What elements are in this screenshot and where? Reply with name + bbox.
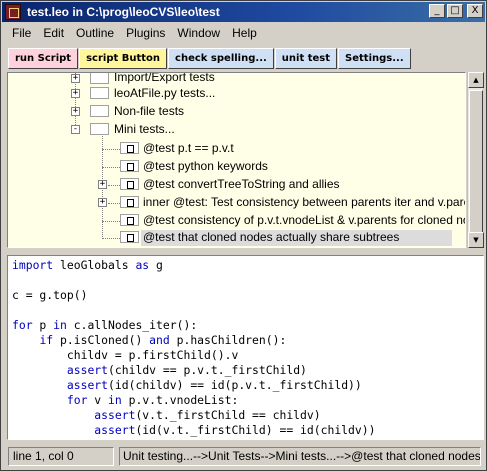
script-button-button[interactable]: script Button — [79, 47, 168, 69]
toolbar: run Script script Button check spelling.… — [2, 45, 485, 71]
outline-pane[interactable]: + Import/Export tests + leoAtFile.py tes… — [7, 72, 466, 248]
scroll-up-icon[interactable]: ▲ — [468, 72, 484, 88]
expand-icon[interactable]: + — [71, 89, 80, 98]
keyword-token: assert — [66, 363, 109, 377]
menu-file[interactable]: File — [6, 26, 37, 40]
check-spelling-button[interactable]: check spelling... — [168, 47, 274, 69]
node-label: @test that cloned nodes actually share s… — [141, 230, 452, 246]
node-label: Non-file tests — [114, 104, 185, 118]
outline-node[interactable]: @test p.t == p.v.t — [8, 140, 465, 158]
keyword-token: as — [135, 258, 150, 272]
node-label: @test p.t == p.v.t — [143, 141, 234, 155]
node-icon — [120, 196, 139, 208]
scroll-thumb[interactable] — [469, 90, 483, 240]
menu-window[interactable]: Window — [171, 26, 226, 40]
code-line: assert(childv == p.v.t._firstChild) — [66, 363, 307, 377]
expand-icon[interactable]: + — [71, 107, 80, 116]
node-icon — [120, 178, 139, 190]
code-line: assert(v.t._firstChild == childv) — [94, 408, 321, 422]
keyword-token: in — [53, 318, 67, 332]
menu-plugins[interactable]: Plugins — [120, 26, 171, 40]
keyword-token: in — [108, 393, 122, 407]
outline-node[interactable]: + Non-file tests — [8, 103, 465, 121]
settings-button[interactable]: Settings... — [338, 47, 411, 69]
keyword-token: assert — [94, 408, 136, 422]
menu-outline[interactable]: Outline — [70, 26, 120, 40]
node-icon — [90, 87, 109, 99]
window-title: test.leo in C:\prog\leoCVS\leo\test — [27, 5, 220, 19]
keyword-token: if — [39, 333, 54, 347]
body-editor[interactable]: import leoGlobals as g c = g.top() for p… — [7, 255, 484, 440]
expand-icon[interactable]: + — [71, 74, 80, 83]
node-label: inner @test: Test consistency between pa… — [143, 195, 466, 209]
expand-icon[interactable]: + — [98, 198, 107, 207]
node-label: Import/Export tests — [114, 72, 215, 84]
keyword-token: import — [12, 258, 54, 272]
code-line: c = g.top() — [12, 288, 88, 302]
outline-node[interactable]: + inner @test: Test consistency between … — [8, 194, 465, 212]
outline-node[interactable]: + @test convertTreeToString and allies — [8, 176, 465, 194]
keyword-token: assert — [66, 378, 109, 392]
outline-node[interactable]: + leoAtFile.py tests... — [8, 85, 465, 103]
node-label: leoAtFile.py tests... — [114, 86, 216, 100]
code-line: assert(id(v.t._firstChild) == id(childv)… — [94, 423, 376, 437]
window-controls: _ □ X — [429, 4, 483, 18]
leo-app-icon[interactable] — [5, 4, 21, 20]
keyword-token: and — [149, 333, 170, 347]
node-icon — [120, 160, 139, 172]
menu-bar: File Edit Outline Plugins Window Help — [2, 23, 485, 43]
menu-edit[interactable]: Edit — [37, 26, 70, 40]
node-icon — [90, 73, 109, 84]
code-line: import leoGlobals as g — [12, 258, 163, 272]
scroll-down-icon[interactable]: ▼ — [468, 232, 484, 248]
node-icon — [90, 123, 109, 135]
node-label: @test convertTreeToString and allies — [143, 177, 340, 191]
outline-node[interactable]: @test consistency of p.v.t.vnodeList & v… — [8, 212, 465, 230]
run-script-button[interactable]: run Script — [8, 47, 79, 69]
title-bar[interactable]: test.leo in C:\prog\leoCVS\leo\test _ □ … — [2, 2, 485, 22]
keyword-token: assert — [94, 423, 136, 437]
node-icon — [120, 142, 139, 154]
minimize-button[interactable]: _ — [429, 4, 445, 18]
expand-icon[interactable]: + — [98, 180, 107, 189]
status-bar: line 1, col 0 Unit testing...-->Unit Tes… — [2, 445, 485, 469]
node-icon — [120, 214, 139, 226]
menu-help[interactable]: Help — [226, 26, 263, 40]
leo-window: test.leo in C:\prog\leoCVS\leo\test _ □ … — [0, 0, 487, 471]
unit-test-button[interactable]: unit test — [274, 47, 338, 69]
node-label: @test consistency of p.v.t.vnodeList & v… — [143, 213, 466, 227]
node-label: @test python keywords — [143, 159, 268, 173]
code-line: for v in p.v.t.vnodeList: — [66, 393, 239, 407]
code-line: assert(id(childv) == id(p.v.t._firstChil… — [66, 378, 362, 392]
maximize-button[interactable]: □ — [447, 4, 463, 18]
node-icon — [90, 105, 109, 117]
cursor-position: line 1, col 0 — [8, 447, 114, 466]
outline-node-selected[interactable]: @test that cloned nodes actually share s… — [8, 229, 465, 247]
outline-node[interactable]: @test python keywords — [8, 158, 465, 176]
keyword-token: for — [66, 393, 88, 407]
code-line: childv = p.firstChild().v — [12, 348, 239, 362]
node-label: Mini tests... — [114, 122, 175, 136]
outline-scrollbar[interactable]: ▲ ▼ — [467, 72, 484, 248]
close-button[interactable]: X — [467, 4, 483, 18]
node-icon — [120, 231, 139, 243]
collapse-icon[interactable]: - — [71, 125, 80, 134]
node-path-breadcrumb: Unit testing...-->Unit Tests-->Mini test… — [119, 447, 481, 466]
code-line: for p in c.allNodes_iter(): — [12, 318, 198, 332]
keyword-token: for — [12, 318, 33, 332]
outline-node[interactable]: - Mini tests... — [8, 121, 465, 139]
code-line: if p.isCloned() and p.hasChildren(): — [39, 333, 287, 347]
